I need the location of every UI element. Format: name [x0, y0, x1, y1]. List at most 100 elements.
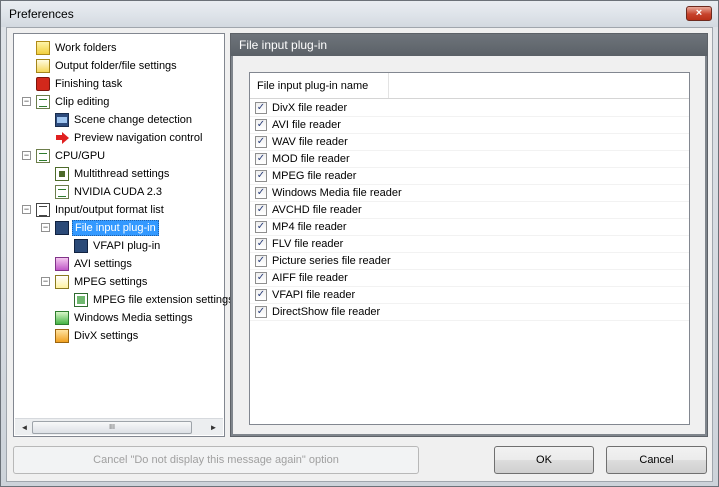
tree-item-mpeg-file-extension-settings[interactable]: MPEG file extension settings [14, 292, 234, 308]
enable-checkbox[interactable]: ✓ [255, 255, 267, 267]
tree-item-scene-change-detection[interactable]: Scene change detection [14, 112, 224, 128]
tree-item-label: Windows Media settings [74, 312, 193, 324]
folder-icon [36, 41, 50, 55]
enable-checkbox[interactable]: ✓ [255, 187, 267, 199]
plugin-list-row[interactable]: ✓ MOD file reader [250, 151, 689, 168]
tree-horizontal-scrollbar[interactable]: ◄ III ► [15, 418, 223, 435]
plugin-name: FLV file reader [272, 238, 344, 250]
tree-item-label: Work folders [55, 42, 117, 54]
plugin-list-row[interactable]: ✓ AVCHD file reader [250, 202, 689, 219]
plug-icon [74, 239, 88, 253]
tree-item-label: CPU/GPU [55, 150, 106, 162]
tree-item-label: Clip editing [55, 96, 110, 108]
tree-item-label: MPEG settings [74, 276, 148, 288]
tree-item-label: NVIDIA CUDA 2.3 [74, 186, 163, 198]
tree-item-windows-media-settings[interactable]: Windows Media settings [14, 310, 224, 326]
collapse-toggle-icon[interactable]: − [22, 97, 31, 106]
tree-item-output-folder-file-settings[interactable]: Output folder/file settings [14, 58, 224, 74]
enable-checkbox[interactable]: ✓ [255, 119, 267, 131]
tree-item-label: Input/output format list [55, 204, 164, 216]
tree-item-preview-navigation-control[interactable]: Preview navigation control [14, 130, 224, 146]
plugin-list-row[interactable]: ✓ Windows Media file reader [250, 185, 689, 202]
mpeg-extension-icon [74, 293, 88, 307]
tree-item-label: VFAPI plug-in [93, 240, 161, 252]
cancel-do-not-display-button[interactable]: Cancel "Do not display this message agai… [13, 446, 419, 474]
column-header-label: File input plug-in name [257, 80, 369, 92]
tree-item-vfapi-plug-in[interactable]: VFAPI plug-in [14, 238, 224, 254]
plugin-name: AVCHD file reader [272, 204, 362, 216]
plugin-list-row[interactable]: ✓ AIFF file reader [250, 270, 689, 287]
plugin-list-row[interactable]: ✓ VFAPI file reader [250, 287, 689, 304]
plugin-name: MP4 file reader [272, 221, 347, 233]
plugin-name: MOD file reader [272, 153, 350, 165]
list-icon [36, 203, 50, 217]
tree-item-input-output-format-list[interactable]: − Input/output format list [14, 202, 224, 218]
film-icon [55, 113, 69, 127]
list-column-header[interactable]: File input plug-in name [250, 73, 689, 99]
plugin-name: Windows Media file reader [272, 187, 402, 199]
plugin-name: DivX file reader [272, 102, 348, 114]
tree-item-multithread-settings[interactable]: Multithread settings [14, 166, 224, 182]
plugin-name: MPEG file reader [272, 170, 357, 182]
tree-item-nvidia-cuda-2-3[interactable]: NVIDIA CUDA 2.3 [14, 184, 224, 200]
document-icon [55, 167, 69, 181]
scroll-thumb[interactable]: III [32, 421, 192, 434]
tree-item-cpu-gpu[interactable]: − CPU/GPU [14, 148, 224, 164]
plugin-list-row[interactable]: ✓ AVI file reader [250, 117, 689, 134]
panel-title: File input plug-in [231, 34, 707, 56]
enable-checkbox[interactable]: ✓ [255, 221, 267, 233]
plugin-list[interactable]: File input plug-in name ✓ DivX file reade… [249, 72, 690, 425]
collapse-toggle-icon[interactable]: − [41, 277, 50, 286]
cancel-button[interactable]: Cancel [606, 446, 707, 474]
tree-item-label: AVI settings [74, 258, 132, 270]
collapse-toggle-icon[interactable]: − [41, 223, 50, 232]
scroll-right-arrow-icon[interactable]: ► [206, 421, 221, 434]
power-icon [36, 77, 50, 91]
enable-checkbox[interactable]: ✓ [255, 289, 267, 301]
mpeg-icon [55, 275, 69, 289]
avi-icon [55, 257, 69, 271]
enable-checkbox[interactable]: ✓ [255, 306, 267, 318]
settings-tree[interactable]: Work folders Output folder/file settings F… [13, 33, 234, 437]
tree-item-label: Scene change detection [74, 114, 193, 126]
tree-item-file-input-plug-in[interactable]: − File input plug-in [14, 220, 224, 236]
plugin-list-row[interactable]: ✓ FLV file reader [250, 236, 689, 253]
tree-item-finishing-task[interactable]: Finishing task [14, 76, 224, 92]
tree-item-avi-settings[interactable]: AVI settings [14, 256, 224, 272]
enable-checkbox[interactable]: ✓ [255, 136, 267, 148]
enable-checkbox[interactable]: ✓ [255, 272, 267, 284]
plugin-list-row[interactable]: ✓ WAV file reader [250, 134, 689, 151]
tree-item-work-folders[interactable]: Work folders [14, 40, 224, 56]
enable-checkbox[interactable]: ✓ [255, 204, 267, 216]
plugin-list-row[interactable]: ✓ DivX file reader [250, 100, 689, 117]
close-button[interactable]: × [686, 6, 712, 21]
plugin-list-row[interactable]: ✓ MPEG file reader [250, 168, 689, 185]
tree-item-label: MPEG file extension settings [93, 294, 234, 306]
enable-checkbox[interactable]: ✓ [255, 238, 267, 250]
collapse-toggle-icon[interactable]: − [22, 205, 31, 214]
column-separator[interactable] [388, 73, 389, 98]
tree-item-clip-editing[interactable]: − Clip editing [14, 94, 224, 110]
plugin-name: AVI file reader [272, 119, 341, 131]
title-bar[interactable]: Preferences × [1, 1, 718, 27]
window-title: Preferences [9, 7, 74, 21]
plugin-name: DirectShow file reader [272, 306, 381, 318]
preferences-window: Preferences × Work folders Output folder/… [0, 0, 719, 487]
tree-item-label: Preview navigation control [74, 132, 203, 144]
panel-body: File input plug-in name ✓ DivX file reade… [233, 56, 705, 434]
plugin-name: Picture series file reader [272, 255, 391, 267]
tree-item-divx-settings[interactable]: DivX settings [14, 328, 224, 344]
enable-checkbox[interactable]: ✓ [255, 153, 267, 165]
document-icon [36, 149, 50, 163]
dialog-client-area: Work folders Output folder/file settings F… [6, 27, 713, 482]
plugin-list-row[interactable]: ✓ MP4 file reader [250, 219, 689, 236]
tree-item-mpeg-settings[interactable]: − MPEG settings [14, 274, 224, 290]
scroll-left-arrow-icon[interactable]: ◄ [17, 421, 32, 434]
enable-checkbox[interactable]: ✓ [255, 102, 267, 114]
ok-button[interactable]: OK [494, 446, 594, 474]
plugin-list-row[interactable]: ✓ Picture series file reader [250, 253, 689, 270]
enable-checkbox[interactable]: ✓ [255, 170, 267, 182]
plugin-list-row[interactable]: ✓ DirectShow file reader [250, 304, 689, 321]
collapse-toggle-icon[interactable]: − [22, 151, 31, 160]
document-icon [36, 95, 50, 109]
